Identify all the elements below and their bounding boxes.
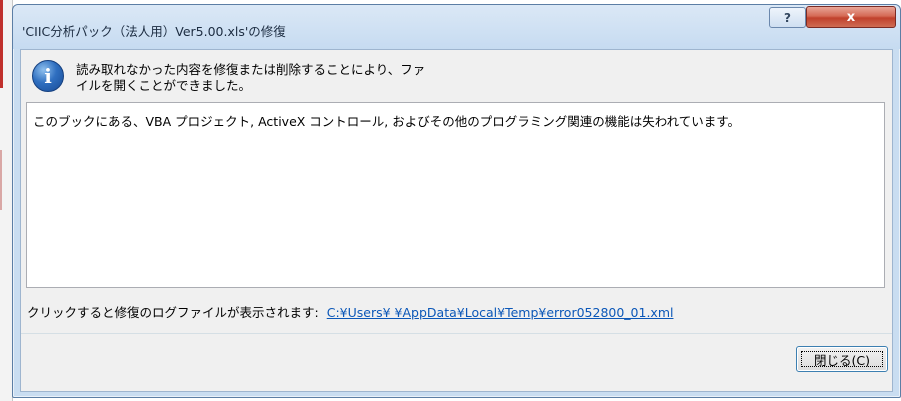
close-button[interactable]: 閉じる(C) xyxy=(796,346,888,372)
window-close-button[interactable]: x xyxy=(806,6,896,28)
info-icon: i xyxy=(32,60,64,92)
background-accent xyxy=(0,0,3,88)
question-mark-icon: ? xyxy=(784,10,791,25)
repair-message: 読み取れなかった内容を修復または削除することにより、ファイルを開くことができまし… xyxy=(76,62,426,93)
close-icon: x xyxy=(846,9,856,25)
log-file-row: クリックすると修復のログファイルが表示されます: C:¥Users¥ ¥AppDa… xyxy=(27,302,887,321)
dialog-title: 'CIIC分析パック（法人用）Ver5.00.xls'の修復 xyxy=(22,24,286,39)
title-bar[interactable]: 'CIIC分析パック（法人用）Ver5.00.xls'の修復 ? x xyxy=(13,5,900,49)
close-button-label: 閉じる(C) xyxy=(814,352,870,368)
dialog-footer: 閉じる(C) xyxy=(21,334,892,391)
log-file-link[interactable]: C:¥Users¥ ¥AppData¥Local¥Temp¥error05280… xyxy=(327,305,674,320)
dialog-body: i 読み取れなかった内容を修復または削除することにより、ファイルを開くことができ… xyxy=(20,49,893,392)
log-file-label: クリックすると修復のログファイルが表示されます: xyxy=(27,305,319,320)
repair-details-textbox[interactable]: このブックにある、VBA プロジェクト, ActiveX コントロール, および… xyxy=(26,102,885,288)
screen: 'CIIC分析パック（法人用）Ver5.00.xls'の修復 ? x i 読み取… xyxy=(0,0,901,401)
background-accent-2 xyxy=(0,150,2,210)
help-button[interactable]: ? xyxy=(769,7,806,28)
repair-dialog: 'CIIC分析パック（法人用）Ver5.00.xls'の修復 ? x i 読み取… xyxy=(12,4,901,398)
